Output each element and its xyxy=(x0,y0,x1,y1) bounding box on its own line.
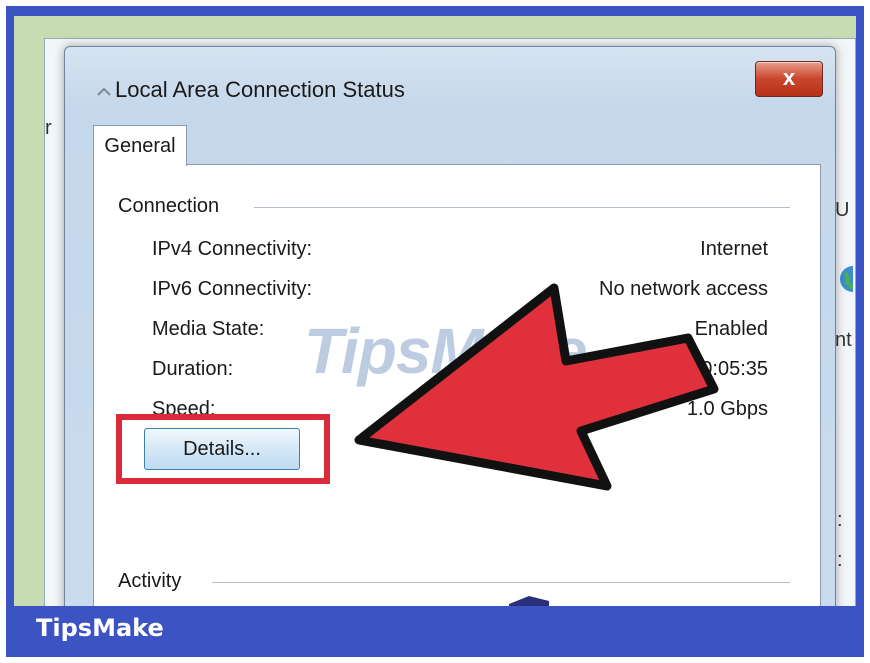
desktop-background: r U nt : : Local Area Connection Status … xyxy=(14,16,856,606)
brand-logo: TipsMake xyxy=(36,614,164,642)
image-frame: r U nt : : Local Area Connection Status … xyxy=(6,6,864,657)
tab-label: General xyxy=(104,135,176,157)
tab-general[interactable]: General xyxy=(93,125,187,166)
arrow-tail-shadow xyxy=(509,596,549,606)
pointer-arrow-icon xyxy=(354,283,719,606)
